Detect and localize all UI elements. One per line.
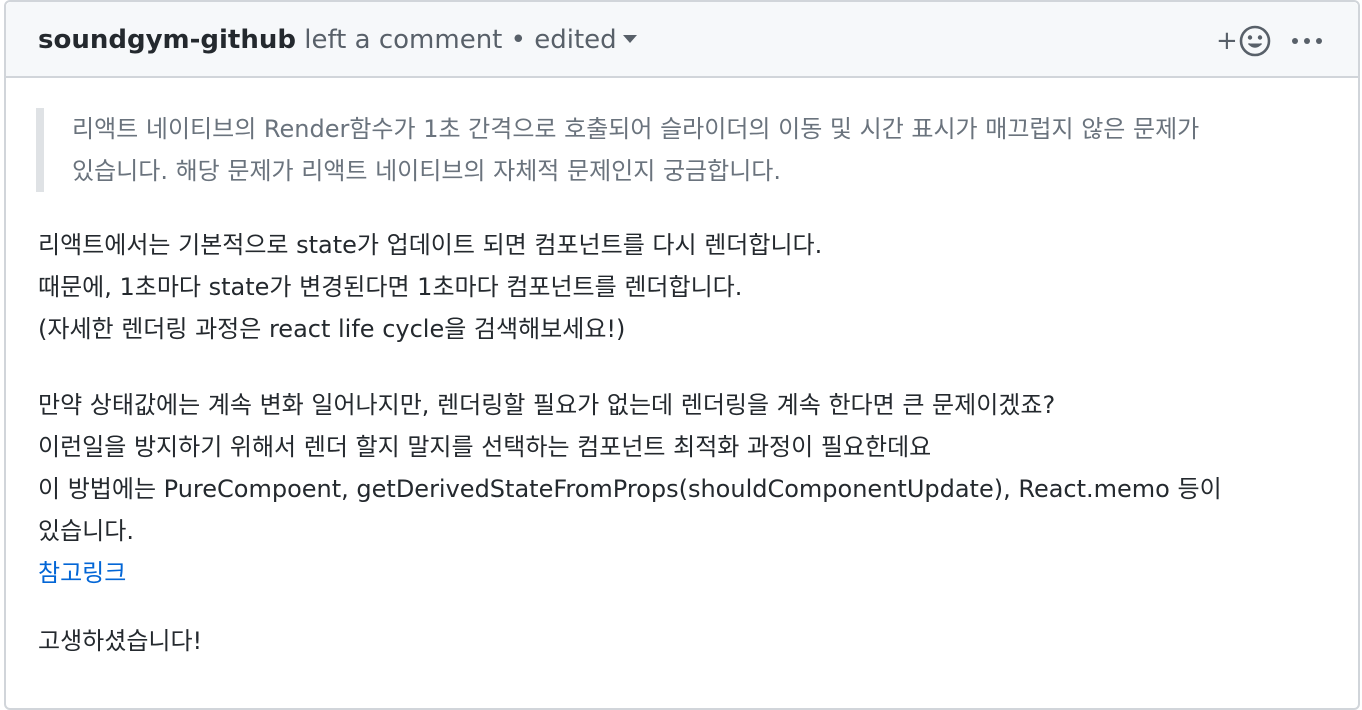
paragraph-line: 때문에, 1초마다 state가 변경된다면 1초마다 컴포넌트를 렌더합니다. bbox=[38, 273, 743, 301]
paragraph-closing: 고생하셨습니다! bbox=[38, 620, 1338, 662]
author-link[interactable]: soundgym-github bbox=[38, 25, 296, 55]
paragraph-line: (자세한 렌더링 과정은 react life cycle을 검색해보세요!) bbox=[38, 315, 626, 343]
paragraph-render-explanation: 리액트에서는 기본적으로 state가 업데이트 되면 컴포넌트를 다시 렌더합… bbox=[38, 224, 1338, 350]
closing-text: 고생하셨습니다! bbox=[38, 627, 203, 655]
kebab-dot bbox=[1304, 38, 1310, 44]
paragraph-line: 리액트에서는 기본적으로 state가 업데이트 되면 컴포넌트를 다시 렌더합… bbox=[38, 231, 823, 259]
paragraph-optimization: 만약 상태값에는 계속 변화 일어나지만, 렌더링할 필요가 없는데 렌더링을 … bbox=[38, 384, 1338, 594]
comment-header-text: soundgym-github left a comment • edited bbox=[38, 22, 637, 58]
smiley-icon bbox=[1239, 25, 1271, 57]
paragraph-line: 만약 상태값에는 계속 변화 일어나지만, 렌더링할 필요가 없는데 렌더링을 … bbox=[38, 391, 1056, 419]
quote-line: 리액트 네이티브의 Render함수가 1초 간격으로 호출되어 슬라이더의 이… bbox=[72, 115, 1200, 143]
caret-down-icon bbox=[622, 34, 637, 43]
comment-action: left a comment bbox=[304, 25, 503, 55]
edited-dropdown[interactable]: edited bbox=[534, 25, 637, 55]
reaction-plus: + bbox=[1216, 26, 1238, 56]
edited-label: edited bbox=[534, 25, 617, 55]
paragraph-line: 있습니다. bbox=[38, 517, 134, 545]
more-options-button[interactable] bbox=[1292, 26, 1322, 56]
paragraph-line: 이런일을 방지하기 위해서 렌더 할지 말지를 선택하는 컴포넌트 최적화 과정… bbox=[38, 433, 932, 461]
reference-line: 참고링크 bbox=[38, 552, 1338, 594]
quote-line: 있습니다. 해당 문제가 리액트 네이티브의 자체적 문제인지 궁금합니다. bbox=[72, 157, 781, 185]
blockquote: 리액트 네이티브의 Render함수가 1초 간격으로 호출되어 슬라이더의 이… bbox=[36, 108, 1302, 192]
header-separator: • bbox=[510, 25, 526, 55]
kebab-horizontal-icon bbox=[1292, 38, 1298, 44]
add-reaction-button[interactable]: + bbox=[1216, 24, 1271, 58]
reference-link[interactable]: 참고링크 bbox=[38, 559, 126, 587]
comment-card: soundgym-github left a comment • edited … bbox=[4, 0, 1360, 710]
paragraph-line: 이 방법에는 PureCompoent, getDerivedStateFrom… bbox=[38, 475, 1222, 503]
kebab-dot bbox=[1316, 38, 1322, 44]
comment-header: soundgym-github left a comment • edited … bbox=[6, 2, 1358, 78]
